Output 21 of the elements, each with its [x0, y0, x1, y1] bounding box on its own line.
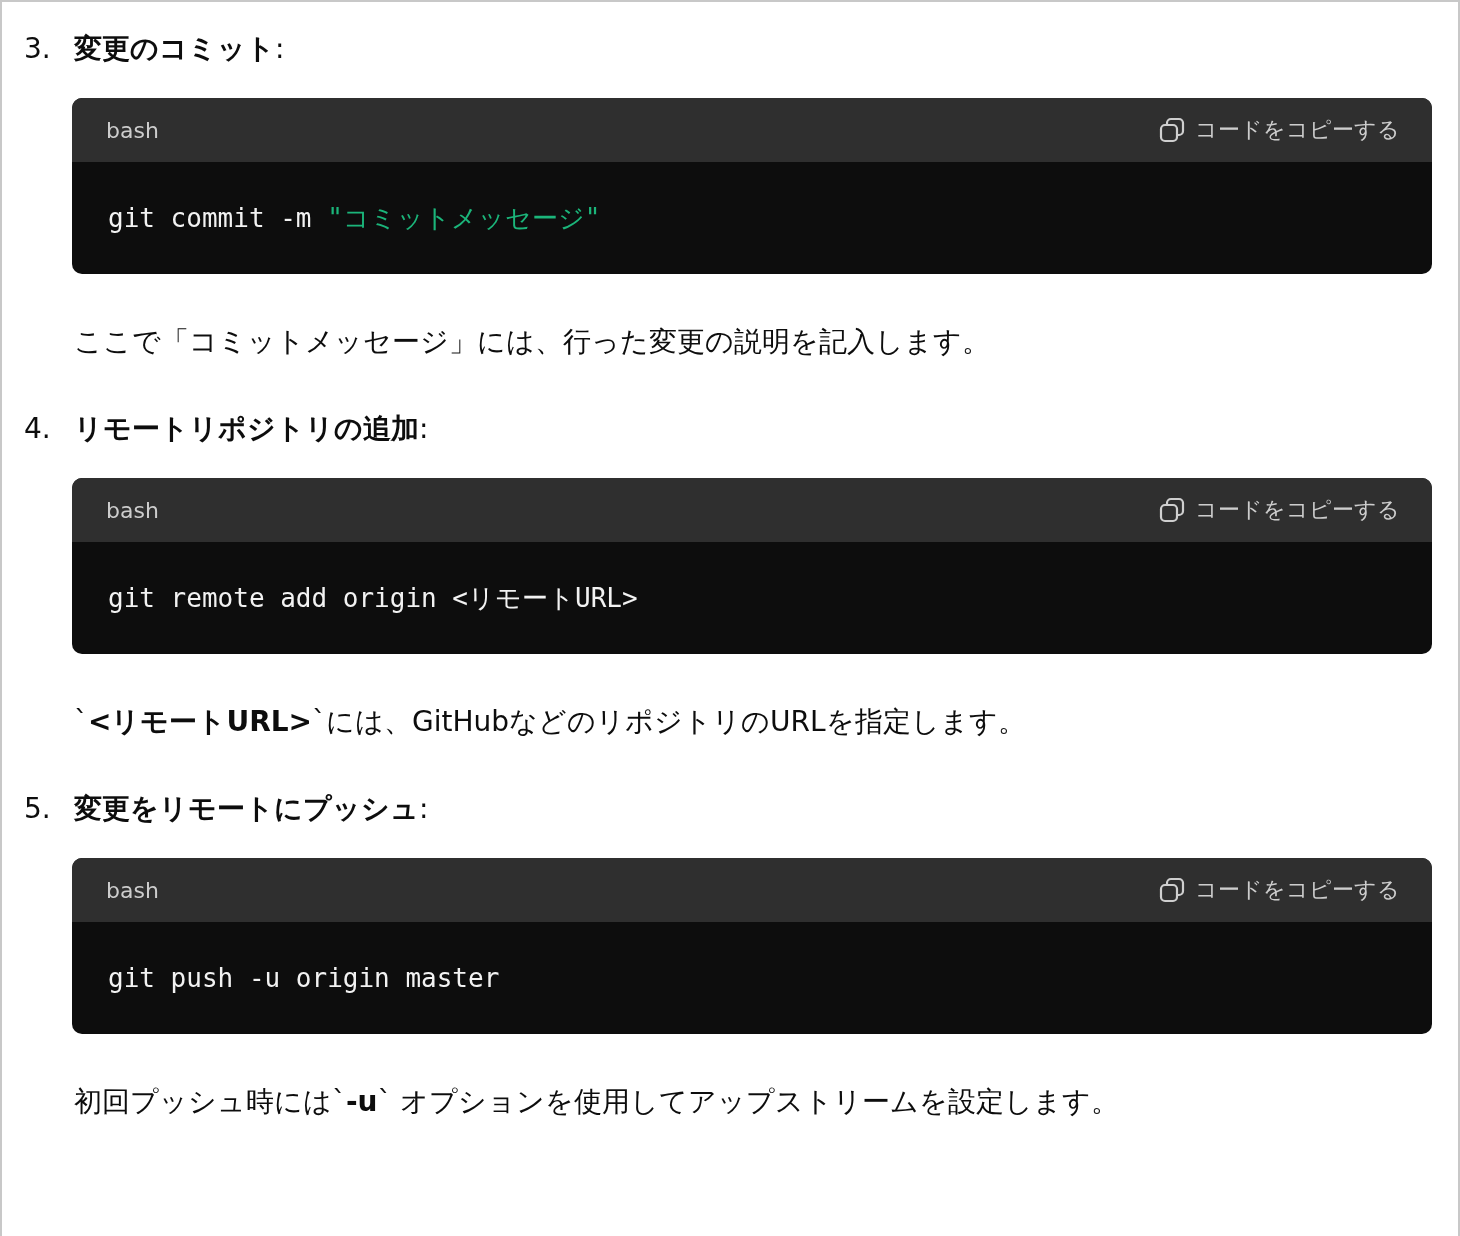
step-heading: 変更のコミット: — [74, 31, 285, 67]
code-line: git commit -m "コミットメッセージ" — [108, 201, 601, 235]
list-number: 5. — [23, 792, 52, 825]
code-language: bash — [106, 497, 159, 523]
code-language: bash — [106, 117, 159, 143]
step-heading: リモートリポジトリの追加: — [74, 411, 429, 447]
code-language: bash — [106, 877, 159, 903]
copy-code-button[interactable]: コードをコピーする — [1159, 875, 1400, 905]
copy-icon — [1159, 877, 1185, 903]
copy-icon — [1159, 117, 1185, 143]
code-line: git remote add origin <リモートURL> — [108, 581, 638, 615]
explanation-text: 初回プッシュ時には`-u` オプションを使用してアップストリームを設定します。 — [74, 1084, 1121, 1120]
list-number: 3. — [23, 32, 52, 65]
list-number: 4. — [23, 412, 52, 445]
copy-code-button[interactable]: コードをコピーする — [1159, 115, 1400, 145]
copy-icon — [1159, 497, 1185, 523]
step-heading: 変更をリモートにプッシュ: — [74, 791, 429, 827]
copy-code-button[interactable]: コードをコピーする — [1159, 495, 1400, 525]
explanation-text: `<リモートURL>`には、GitHubなどのリポジトリのURLを指定します。 — [74, 704, 1027, 740]
code-line: git push -u origin master — [108, 963, 500, 993]
explanation-text: ここで「コミットメッセージ」には、行った変更の説明を記入します。 — [74, 324, 991, 360]
